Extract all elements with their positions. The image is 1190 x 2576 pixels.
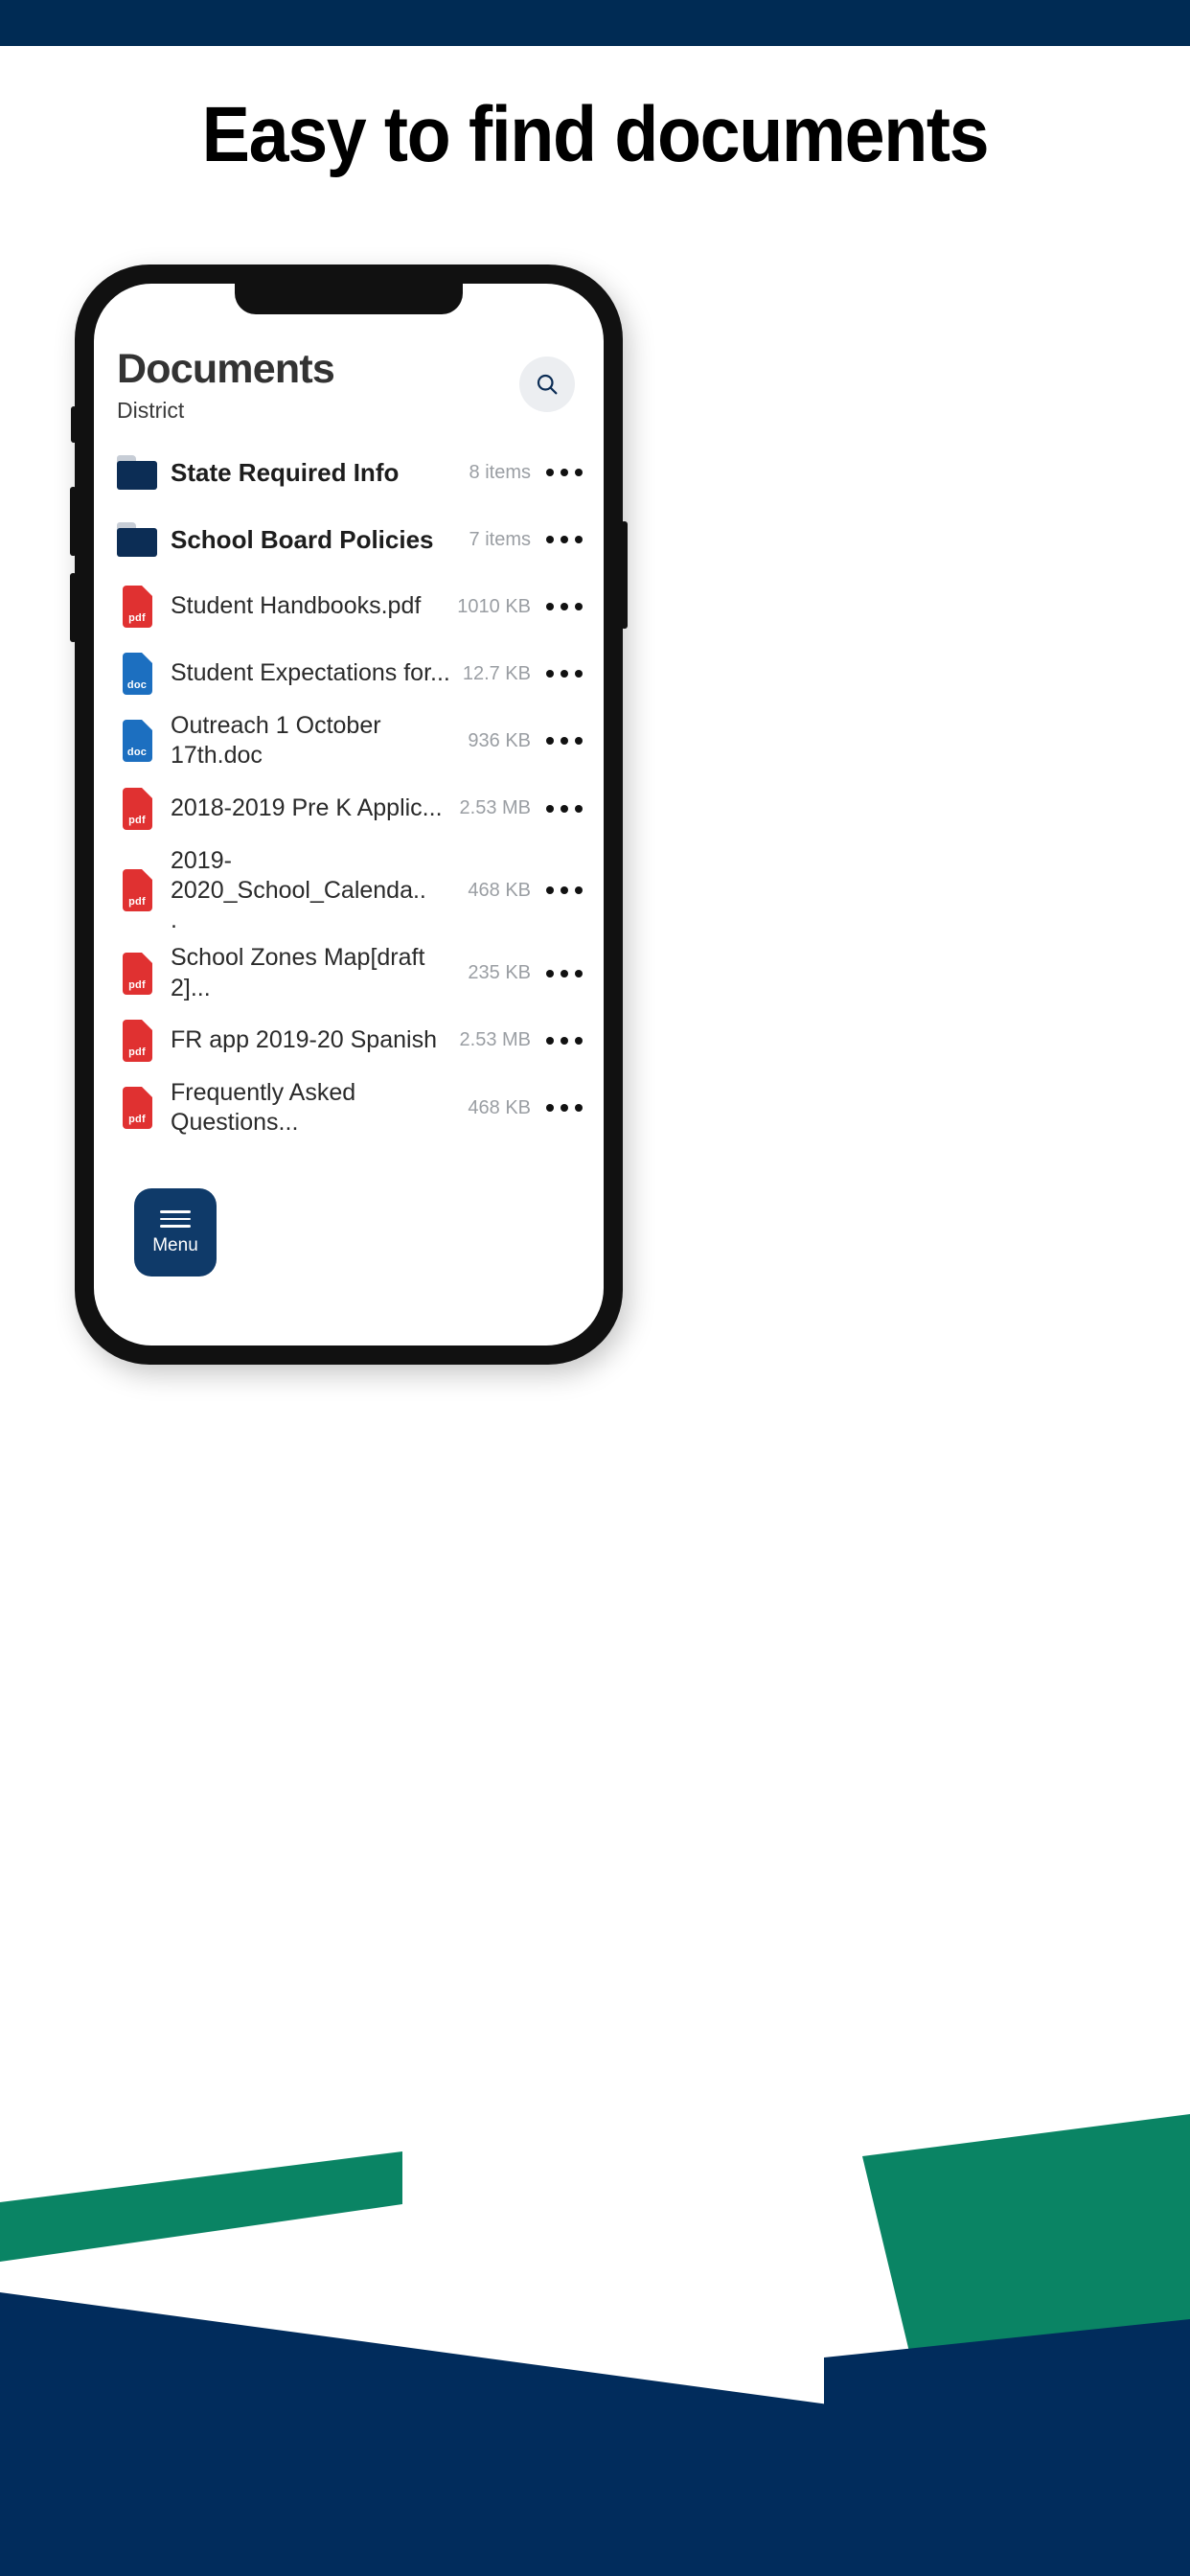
row-name: FR app 2019-20 Spanish xyxy=(171,1026,437,1054)
file-row[interactable]: doc Outreach 1 October 17th.doc 936 KB xyxy=(115,707,583,775)
row-meta: 235 KB xyxy=(468,962,531,983)
ellipsis-icon[interactable] xyxy=(546,603,583,610)
ellipsis-icon[interactable] xyxy=(546,536,583,543)
row-name: Frequently Asked Questions... xyxy=(171,1078,356,1136)
doc-file-icon: doc xyxy=(115,653,159,695)
folder-icon xyxy=(115,522,159,557)
row-meta: 2.53 MB xyxy=(459,797,531,818)
folder-row[interactable]: School Board Policies 7 items xyxy=(115,506,583,573)
row-name: School Zones Map[draft 2]... xyxy=(171,944,425,1001)
folder-row[interactable]: State Required Info 8 items xyxy=(115,439,583,506)
row-name: 2019-2020_School_Calenda.. . xyxy=(171,846,426,934)
row-name: Outreach 1 October 17th.doc xyxy=(171,712,381,770)
file-row[interactable]: pdf FR app 2019-20 Spanish 2.53 MB xyxy=(115,1007,583,1074)
row-name: School Board Policies xyxy=(171,524,434,554)
file-row[interactable]: pdf Frequently Asked Questions... 468 KB xyxy=(115,1074,583,1142)
menu-button-label: Menu xyxy=(152,1234,198,1255)
menu-button[interactable]: Menu xyxy=(134,1188,217,1276)
pdf-file-icon: pdf xyxy=(115,586,159,628)
phone-notch xyxy=(235,284,463,314)
teal-band-left xyxy=(0,2151,402,2262)
document-list: State Required Info 8 items School Board P… xyxy=(94,439,604,1141)
ellipsis-icon[interactable] xyxy=(546,1036,583,1045)
row-meta: 936 KB xyxy=(468,729,531,751)
pdf-file-icon: pdf xyxy=(115,1019,159,1062)
row-name: Student Handbooks.pdf xyxy=(171,592,422,620)
promo-page: Easy to find documents Documents Distric… xyxy=(0,0,1190,2576)
row-meta: 468 KB xyxy=(468,879,531,901)
app-subtitle: District xyxy=(117,398,185,423)
app-title: Documents xyxy=(117,346,335,392)
phone-screen: Documents District State Required Info 8 … xyxy=(94,284,604,1346)
phone-mockup: Documents District State Required Info 8 … xyxy=(70,264,628,1365)
headline-text: Easy to find documents xyxy=(201,91,990,178)
doc-file-icon: doc xyxy=(115,720,159,763)
phone-silent-switch xyxy=(71,406,77,443)
search-button[interactable] xyxy=(519,356,575,412)
pdf-file-icon: pdf xyxy=(115,952,159,995)
file-row[interactable]: pdf School Zones Map[draft 2]... 235 KB xyxy=(115,939,583,1007)
row-name: State Required Info xyxy=(171,457,400,487)
page-title: Easy to find documents xyxy=(0,96,1190,174)
navy-base-right xyxy=(824,2319,1190,2576)
ellipsis-icon[interactable] xyxy=(546,1104,583,1112)
ellipsis-icon[interactable] xyxy=(546,969,583,978)
app-title-block: Documents District xyxy=(117,346,335,423)
ellipsis-icon[interactable] xyxy=(546,804,583,813)
top-accent-bar xyxy=(0,0,1190,46)
row-meta: 468 KB xyxy=(468,1096,531,1118)
ellipsis-icon[interactable] xyxy=(546,469,583,476)
row-name: 2018-2019 Pre K Applic... xyxy=(171,794,443,821)
documents-app: Documents District State Required Info 8 … xyxy=(94,284,604,1346)
ellipsis-icon[interactable] xyxy=(546,737,583,746)
pdf-file-icon: pdf xyxy=(115,787,159,830)
hamburger-icon xyxy=(160,1210,191,1228)
file-row[interactable]: pdf 2019-2020_School_Calenda.. . 468 KB xyxy=(115,842,583,940)
pdf-file-icon: pdf xyxy=(115,1087,159,1129)
folder-icon xyxy=(115,455,159,490)
ellipsis-icon[interactable] xyxy=(546,886,583,895)
file-row[interactable]: pdf Student Handbooks.pdf 1010 KB xyxy=(115,573,583,640)
pdf-file-icon: pdf xyxy=(115,869,159,912)
row-meta: 1010 KB xyxy=(457,595,531,617)
phone-volume-up-button xyxy=(70,487,77,556)
row-meta: 7 items xyxy=(469,528,531,550)
search-icon xyxy=(537,374,558,395)
row-name: Student Expectations for... xyxy=(171,659,450,687)
file-row[interactable]: pdf 2018-2019 Pre K Applic... 2.53 MB xyxy=(115,775,583,842)
phone-volume-down-button xyxy=(70,573,77,642)
row-meta: 2.53 MB xyxy=(459,1029,531,1051)
row-meta: 12.7 KB xyxy=(462,662,531,684)
row-meta: 8 items xyxy=(469,461,531,483)
file-row[interactable]: doc Student Expectations for... 12.7 KB xyxy=(115,640,583,707)
ellipsis-icon[interactable] xyxy=(546,670,583,678)
phone-power-button xyxy=(621,521,628,629)
